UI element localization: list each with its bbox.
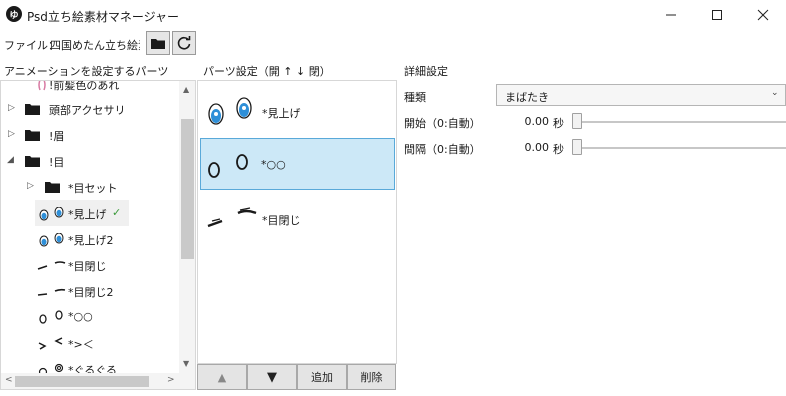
tree-vertical-scrollbar[interactable]: ▲ ▼ — [179, 81, 195, 373]
folder-icon — [151, 39, 165, 49]
tree-item[interactable]: *見上げ2 — [1, 226, 179, 252]
open-file-button[interactable] — [146, 31, 170, 55]
maximize-button[interactable] — [694, 0, 740, 30]
part-thumbnail-icon — [38, 81, 46, 91]
start-slider-handle[interactable] — [572, 113, 582, 129]
tree-item[interactable]: ▷ !眉 — [1, 122, 179, 148]
eyes-lookup-icon — [39, 233, 64, 247]
minimize-icon — [666, 14, 676, 16]
tree-item[interactable]: ◢ !目 — [1, 148, 179, 174]
maximize-icon — [712, 10, 722, 20]
eyes-lookup-icon — [39, 207, 64, 221]
animation-parts-header: アニメーションを設定するパーツ — [4, 65, 169, 78]
tree-item-label: !目 — [49, 156, 65, 169]
scroll-up-icon[interactable]: ▲ — [183, 85, 189, 94]
type-select-value: まばたき — [505, 91, 549, 104]
tree-item-label: *目セット — [68, 182, 118, 195]
parts-list[interactable]: *見上げ *○○ *目閉じ — [197, 80, 397, 364]
tree-item[interactable]: *目閉じ2 — [1, 278, 179, 304]
start-slider-track[interactable] — [574, 121, 786, 123]
tree-item[interactable]: *目閉じ — [1, 252, 179, 278]
tree-item-label: *目閉じ2 — [68, 286, 114, 299]
title-bar: ゆ Psd立ち絵素材マネージャー — [0, 0, 786, 30]
interval-slider-handle[interactable] — [572, 139, 582, 155]
interval-label: 間隔（0:自動） — [404, 143, 481, 156]
reload-icon — [177, 36, 191, 50]
tree-item-label: 頭部アクセサリ — [49, 104, 126, 117]
delete-button[interactable]: 削除 — [347, 364, 396, 390]
app-window: ゆ Psd立ち絵素材マネージャー ファイル： 四国めたん立ち絵素材 アニメーショ… — [0, 0, 786, 396]
type-label: 種類 — [404, 91, 426, 104]
tree-item-label: *○○ — [68, 310, 93, 323]
folder-icon — [45, 182, 60, 193]
expand-arrow-icon[interactable]: ▷ — [8, 103, 15, 113]
tree-item[interactable]: *○○ — [1, 304, 179, 330]
scroll-left-icon[interactable]: < — [5, 375, 13, 385]
minimize-button[interactable] — [648, 0, 694, 30]
folder-icon — [25, 104, 40, 115]
expand-arrow-icon[interactable]: ▷ — [8, 129, 15, 139]
folder-icon — [25, 130, 40, 141]
file-path-field[interactable]: 四国めたん立ち絵素材 — [50, 37, 140, 53]
tree-item[interactable]: ▷ *目セット — [1, 174, 179, 200]
file-bar: ファイル： 四国めたん立ち絵素材 — [0, 30, 786, 58]
scroll-thumb[interactable] — [15, 376, 149, 387]
tree-item-label: *見上げ — [68, 208, 107, 221]
part-item[interactable]: *目閉じ — [200, 192, 395, 244]
tree-item-label: *>＜ — [68, 338, 94, 351]
start-label: 開始（0:自動） — [404, 117, 481, 130]
tree-item-selected[interactable]: *見上げ ✓ — [35, 200, 129, 226]
eyes-closed-icon — [37, 288, 66, 296]
part-item[interactable]: *見上げ — [200, 85, 395, 137]
part-item-selected[interactable]: *○○ — [200, 138, 395, 190]
eyes-round-icon — [39, 310, 63, 324]
chevron-down-icon: ⌄ — [771, 88, 779, 98]
parts-tree[interactable]: !前髪色のあれ ▷ 頭部アクセサリ ▷ !眉 ◢ !目 ▷ *目セット *見上げ… — [0, 80, 196, 390]
start-unit: 秒 — [553, 117, 564, 130]
expand-arrow-icon[interactable]: ▷ — [27, 181, 34, 191]
part-item-label: *目閉じ — [262, 214, 301, 227]
eyes-squint-icon — [38, 337, 63, 350]
folder-icon — [25, 156, 40, 167]
scroll-down-icon[interactable]: ▼ — [183, 359, 189, 368]
part-item-label: *見上げ — [262, 107, 301, 120]
close-icon — [757, 9, 769, 21]
interval-value: 0.00 — [524, 141, 550, 154]
collapse-arrow-icon[interactable]: ◢ — [7, 155, 14, 165]
tree-horizontal-scrollbar[interactable]: < > — [1, 373, 195, 389]
tree-item-label: *見上げ2 — [68, 234, 114, 247]
interval-unit: 秒 — [553, 143, 564, 156]
parts-settings-header: パーツ設定（開 ↑ ↓ 閉） — [203, 65, 331, 78]
scroll-right-icon[interactable]: > — [167, 375, 175, 385]
tree-item[interactable]: *>＜ — [1, 330, 179, 356]
eyes-closed-icon — [207, 207, 257, 228]
reload-button[interactable] — [172, 31, 196, 55]
add-button[interactable]: 追加 — [297, 364, 347, 390]
check-icon: ✓ — [112, 206, 122, 219]
eyes-round-icon — [208, 154, 248, 178]
window-title: Psd立ち絵素材マネージャー — [27, 10, 180, 24]
tree-item-label: !前髪色のあれ — [49, 80, 120, 92]
eyes-closed-icon — [37, 261, 66, 270]
move-down-button[interactable]: ▼ — [247, 364, 297, 390]
type-select[interactable]: まばたき ⌄ — [496, 84, 786, 106]
tree-item-label: !眉 — [49, 130, 65, 143]
app-icon: ゆ — [6, 6, 22, 22]
close-button[interactable] — [740, 0, 786, 30]
parts-button-bar: ▲ ▼ 追加 削除 — [197, 364, 397, 390]
tree-item[interactable]: ▷ 頭部アクセサリ — [1, 96, 179, 122]
part-item-label: *○○ — [261, 158, 286, 171]
scroll-thumb[interactable] — [181, 119, 194, 259]
tree-item-label: *目閉じ — [68, 260, 107, 273]
eyes-lookup-icon — [208, 97, 252, 125]
move-up-button[interactable]: ▲ — [197, 364, 247, 390]
details-header: 詳細設定 — [404, 65, 448, 78]
start-value: 0.00 — [524, 115, 550, 128]
interval-slider-track[interactable] — [574, 147, 786, 149]
